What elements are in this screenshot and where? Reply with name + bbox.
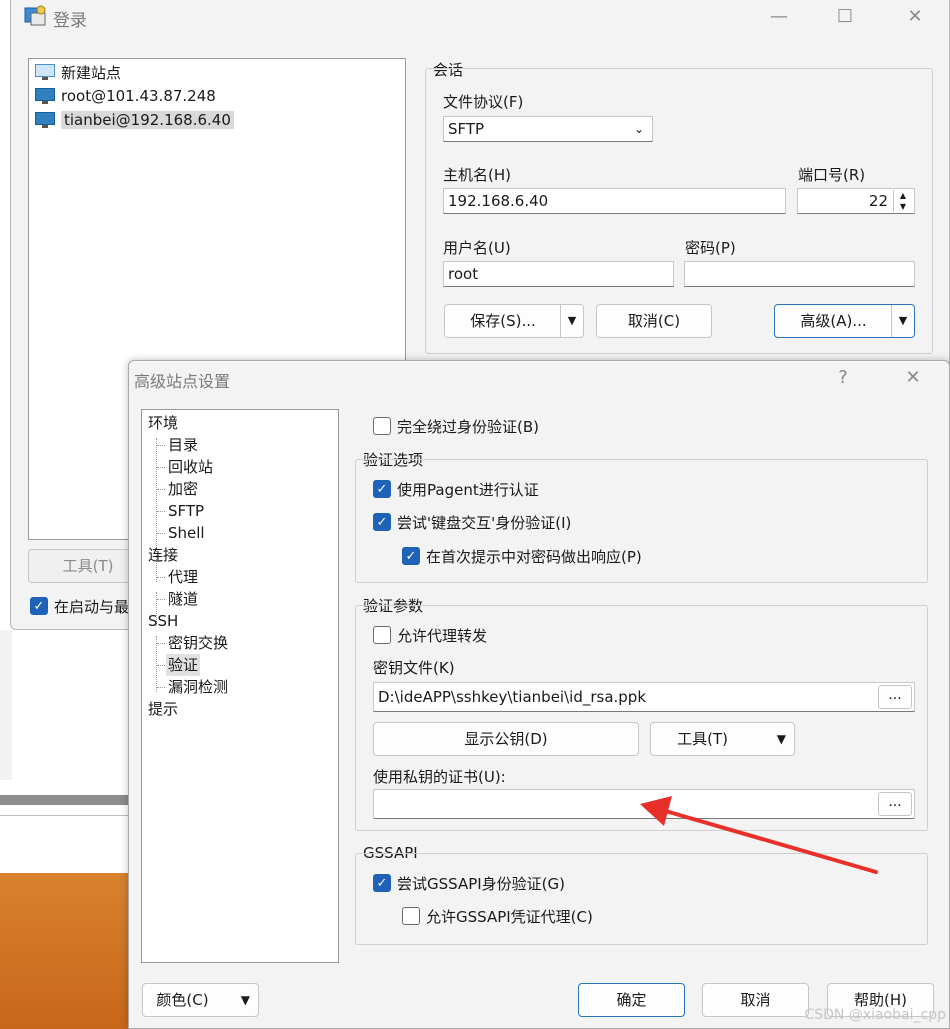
protocol-label: 文件协议(F) [443, 93, 524, 111]
browse-key-button[interactable]: ... [878, 685, 912, 709]
chevron-down-icon: ⌄ [633, 122, 644, 136]
advanced-site-settings-dialog: 高级站点设置 ? ✕ 环境 目录 回收站 加密 SFTP Shell 连接 代理… [128, 360, 950, 1029]
gssapi-try-row[interactable]: ✓ 尝试GSSAPI身份验证(G) [373, 871, 565, 895]
protocol-select[interactable]: SFTP ⌄ [443, 116, 653, 142]
checkbox-unchecked-icon[interactable] [373, 417, 391, 435]
color-label: 颜色(C) [156, 991, 209, 1009]
nav-item-authentication[interactable]: 验证 [166, 654, 201, 676]
site-item-root[interactable]: root@101.43.87.248 [35, 85, 216, 107]
close-button[interactable]: ✕ [893, 363, 933, 393]
nav-item-environment[interactable]: 环境 [148, 412, 178, 434]
user-label: 用户名(U) [443, 239, 511, 257]
checkbox-checked-icon[interactable]: ✓ [373, 513, 391, 531]
computer-icon [35, 112, 55, 128]
certificate-input[interactable] [373, 789, 915, 819]
window-title: 登录 [53, 11, 87, 31]
site-label: 新建站点 [61, 63, 122, 82]
port-label: 端口号(R) [798, 166, 866, 184]
checkbox-unchecked-icon[interactable] [373, 626, 391, 644]
user-input[interactable]: root [443, 261, 674, 287]
dialog-title: 高级站点设置 [134, 372, 231, 391]
cancel-button[interactable]: 取消 [702, 983, 809, 1017]
nav-item-key-exchange[interactable]: 密钥交换 [168, 632, 228, 654]
winscp-icon [24, 5, 46, 26]
advanced-label: 高级(A)... [800, 312, 867, 330]
gssapi-try-label: 尝试GSSAPI身份验证(G) [397, 874, 566, 893]
minimize-button[interactable]: — [759, 2, 799, 32]
nav-item-tunnel[interactable]: 隧道 [168, 588, 198, 610]
key-file-label: 密钥文件(K) [373, 659, 455, 677]
save-button[interactable]: 保存(S)... ▼ [444, 304, 584, 338]
browse-certificate-button[interactable]: ... [878, 792, 912, 816]
tools-label: 工具(T) [677, 730, 728, 748]
nav-item-connection[interactable]: 连接 [148, 544, 178, 566]
pagent-row[interactable]: ✓ 使用Pagent进行认证 [373, 477, 539, 501]
site-item-tianbei[interactable]: tianbei@192.168.6.40 [35, 109, 234, 131]
bypass-auth-row[interactable]: 完全绕过身份验证(B) [373, 414, 539, 438]
new-site-icon [35, 64, 55, 80]
help-icon[interactable]: ? [823, 363, 863, 393]
keyboard-interactive-label: 尝试'键盘交互'身份验证(I) [397, 513, 572, 532]
nav-item-shell[interactable]: Shell [168, 522, 205, 544]
checkbox-checked-icon[interactable]: ✓ [373, 874, 391, 892]
host-label: 主机名(H) [443, 166, 511, 184]
computer-icon [35, 88, 55, 104]
checkbox-unchecked-icon[interactable] [402, 907, 420, 925]
nav-item-sftp[interactable]: SFTP [168, 500, 204, 522]
key-file-input[interactable]: D:\ideAPP\sshkey\tianbei\id_rsa.ppk [373, 682, 915, 712]
nav-item-directories[interactable]: 目录 [168, 434, 198, 456]
maximize-button[interactable]: ☐ [825, 2, 865, 32]
nav-item-encryption[interactable]: 加密 [168, 478, 198, 500]
desktop-background [0, 630, 12, 780]
checkbox-checked-icon[interactable]: ✓ [30, 597, 48, 615]
password-input[interactable] [684, 261, 915, 287]
nav-item-proxy[interactable]: 代理 [168, 566, 198, 588]
keyboard-interactive-row[interactable]: ✓ 尝试'键盘交互'身份验证(I) [373, 510, 571, 534]
site-item-new[interactable]: 新建站点 [35, 61, 121, 83]
advanced-button[interactable]: 高级(A)... ▼ [774, 304, 915, 338]
background-divider [0, 815, 130, 816]
protocol-value: SFTP [448, 120, 485, 138]
nav-item-recycle-bin[interactable]: 回收站 [168, 456, 213, 478]
close-button[interactable]: ✕ [895, 2, 935, 32]
ok-button[interactable]: 确定 [578, 983, 685, 1017]
respond-password-label: 在首次提示中对密码做出响应(P) [426, 547, 642, 566]
password-label: 密码(P) [685, 239, 736, 257]
dropdown-arrow-icon[interactable]: ▼ [560, 305, 583, 337]
agent-forwarding-label: 允许代理转发 [397, 626, 488, 645]
cancel-button[interactable]: 取消(C) [596, 304, 712, 338]
certificate-label: 使用私钥的证书(U): [373, 768, 506, 786]
show-public-key-button[interactable]: 显示公钥(D) [373, 722, 639, 756]
dropdown-arrow-icon[interactable]: ▼ [891, 305, 914, 337]
bypass-auth-label: 完全绕过身份验证(B) [397, 417, 539, 436]
nav-item-bug-detection[interactable]: 漏洞检测 [168, 676, 228, 698]
watermark: CSDN @xiaobai_cpp [804, 1007, 946, 1023]
pagent-label: 使用Pagent进行认证 [397, 480, 539, 499]
agent-forwarding-row[interactable]: 允许代理转发 [373, 623, 487, 647]
port-input[interactable]: 22 ▲ ▼ [797, 188, 915, 214]
tools-button[interactable]: 工具(T) ▼ [650, 722, 795, 756]
checkbox-checked-icon[interactable]: ✓ [402, 547, 420, 565]
startup-checkbox-label: 在启动与最 [54, 597, 130, 616]
gssapi-delegate-label: 允许GSSAPI凭证代理(C) [426, 907, 593, 926]
desktop-wallpaper [0, 873, 130, 1029]
gssapi-group [355, 853, 928, 945]
checkbox-checked-icon[interactable]: ✓ [373, 480, 391, 498]
site-label: root@101.43.87.248 [61, 87, 216, 105]
site-label: tianbei@192.168.6.40 [61, 111, 234, 129]
spinner-icon[interactable]: ▲ ▼ [893, 190, 912, 212]
host-input[interactable]: 192.168.6.40 [443, 188, 786, 214]
save-label: 保存(S)... [470, 312, 536, 330]
port-value: 22 [868, 192, 888, 210]
dropdown-arrow-icon: ▼ [776, 732, 786, 746]
nav-item-ssh[interactable]: SSH [148, 610, 178, 632]
nav-item-notes[interactable]: 提示 [148, 698, 178, 720]
dropdown-arrow-icon: ▼ [240, 993, 250, 1007]
respond-password-row[interactable]: ✓ 在首次提示中对密码做出响应(P) [402, 544, 642, 568]
background-scrollbar [0, 795, 130, 805]
gssapi-delegate-row[interactable]: 允许GSSAPI凭证代理(C) [402, 904, 593, 928]
startup-checkbox-row[interactable]: ✓ 在启动与最 [30, 594, 129, 618]
color-button[interactable]: 颜色(C) ▼ [142, 983, 259, 1017]
settings-nav-tree[interactable]: 环境 目录 回收站 加密 SFTP Shell 连接 代理 隧道 SSH 密钥交… [141, 409, 339, 963]
